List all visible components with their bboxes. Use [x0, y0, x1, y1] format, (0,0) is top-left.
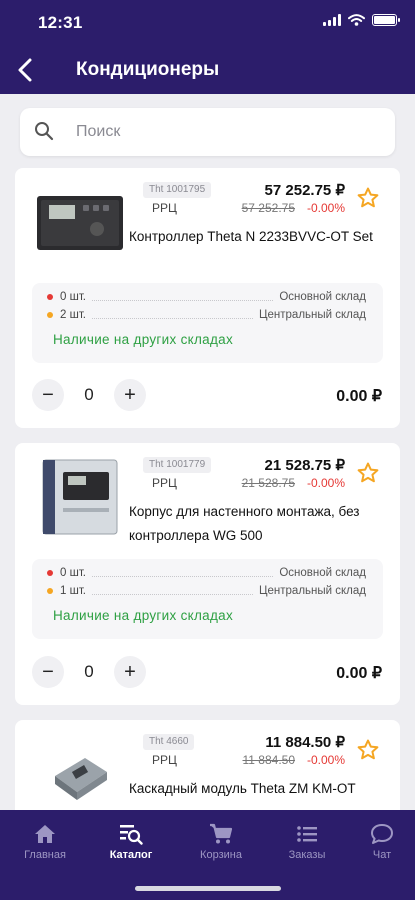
- stock-qty: 0 шт.: [60, 567, 87, 579]
- tab-cart[interactable]: Корзина: [181, 822, 261, 861]
- wifi-icon: [348, 14, 365, 26]
- old-price: 11 884.50: [242, 753, 296, 767]
- warehouse-name: Основной склад: [279, 567, 366, 579]
- discount-percent: -0.00%: [306, 753, 345, 767]
- stock-qty: 0 шт.: [60, 291, 87, 303]
- stock-qty: 1 шт.: [60, 585, 87, 597]
- tab-label: Корзина: [200, 849, 242, 861]
- home-icon: [5, 822, 85, 846]
- line-total: 0.00 ₽: [336, 388, 382, 405]
- search-icon: [35, 122, 54, 141]
- stock-panel: 0 шт. Основной склад 2 шт. Центральный с…: [32, 283, 383, 363]
- price-label: РРЦ: [152, 753, 177, 767]
- product-price: 21 528.75 ₽: [264, 457, 345, 474]
- tab-home[interactable]: Главная: [5, 822, 85, 861]
- search-bar[interactable]: [20, 108, 395, 156]
- favorite-star-icon[interactable]: [356, 461, 380, 485]
- product-code: Tht 1001795: [143, 182, 212, 198]
- tab-label: Чат: [372, 849, 392, 861]
- price-label: РРЦ: [152, 476, 177, 490]
- product-image: [33, 183, 126, 263]
- product-code: Tht 1001779: [143, 457, 212, 473]
- tab-label: Главная: [24, 849, 66, 861]
- stock-status-dot: [47, 570, 53, 576]
- favorite-star-icon[interactable]: [356, 186, 380, 210]
- quantity-value[interactable]: 0: [64, 385, 114, 405]
- tab-label: Заказы: [288, 849, 326, 861]
- home-indicator: [135, 886, 281, 891]
- line-total: 0.00 ₽: [336, 665, 382, 682]
- chat-icon: [342, 822, 415, 846]
- back-arrow-icon[interactable]: [14, 56, 38, 84]
- product-card[interactable]: Tht 1001795 РРЦ 57 252.75 ₽ 57 252.75 -0…: [15, 168, 400, 428]
- stock-row: 0 шт. Основной склад: [47, 289, 366, 305]
- product-image: [33, 455, 126, 539]
- stock-panel: 0 шт. Основной склад 1 шт. Центральный с…: [32, 559, 383, 639]
- status-time: 12:31: [38, 13, 83, 32]
- product-name[interactable]: Корпус для настенного монтажа, без контр…: [129, 500, 387, 548]
- other-warehouses-link[interactable]: Наличие на других складах: [53, 608, 233, 623]
- product-name[interactable]: Каскадный модуль Theta ZM KM-OT: [129, 777, 387, 801]
- tab-chat[interactable]: Чат: [342, 822, 415, 861]
- stock-qty: 2 шт.: [60, 309, 87, 321]
- decrease-button[interactable]: −: [32, 379, 64, 411]
- stock-status-dot: [47, 312, 53, 318]
- tab-catalog[interactable]: Каталог: [91, 822, 171, 861]
- top-bar: 12:31 Кондиционеры: [0, 0, 415, 94]
- warehouse-name: Центральный склад: [259, 585, 366, 597]
- tab-label: Каталог: [109, 849, 153, 861]
- stock-row: 1 шт. Центральный склад: [47, 583, 366, 599]
- discount-percent: -0.00%: [306, 476, 345, 490]
- cart-icon: [181, 822, 261, 846]
- warehouse-name: Основной склад: [279, 291, 366, 303]
- discount-percent: -0.00%: [306, 201, 345, 215]
- product-card[interactable]: Tht 4660 РРЦ 11 884.50 ₽ 11 884.50 -0.00…: [15, 720, 400, 820]
- search-input[interactable]: [76, 118, 376, 146]
- warehouse-name: Центральный склад: [259, 309, 366, 321]
- product-code: Tht 4660: [143, 734, 195, 750]
- stock-status-dot: [47, 294, 53, 300]
- battery-icon: [372, 14, 400, 26]
- product-card[interactable]: Tht 1001779 РРЦ 21 528.75 ₽ 21 528.75 -0…: [15, 443, 400, 705]
- tab-orders[interactable]: Заказы: [267, 822, 347, 861]
- product-image: [33, 738, 126, 814]
- status-icons: [323, 14, 400, 26]
- old-price: 21 528.75: [241, 476, 295, 490]
- increase-button[interactable]: +: [114, 656, 146, 688]
- catalog-search-icon: [91, 822, 171, 846]
- product-price: 57 252.75 ₽: [264, 182, 345, 199]
- stock-row: 0 шт. Основной склад: [47, 565, 366, 581]
- quantity-stepper: − 0 +: [32, 656, 146, 688]
- orders-list-icon: [267, 822, 347, 846]
- old-price: 57 252.75: [241, 201, 295, 215]
- quantity-value[interactable]: 0: [64, 662, 114, 682]
- quantity-stepper: − 0 +: [32, 379, 146, 411]
- product-name[interactable]: Контроллер Theta N 2233BVVC-OT Set: [129, 225, 387, 249]
- stock-status-dot: [47, 588, 53, 594]
- increase-button[interactable]: +: [114, 379, 146, 411]
- favorite-star-icon[interactable]: [356, 738, 380, 762]
- decrease-button[interactable]: −: [32, 656, 64, 688]
- stock-row: 2 шт. Центральный склад: [47, 307, 366, 323]
- signal-icon: [323, 14, 341, 26]
- other-warehouses-link[interactable]: Наличие на других складах: [53, 332, 233, 347]
- page-title: Кондиционеры: [76, 59, 220, 80]
- product-price: 11 884.50 ₽: [265, 734, 345, 751]
- price-label: РРЦ: [152, 201, 177, 215]
